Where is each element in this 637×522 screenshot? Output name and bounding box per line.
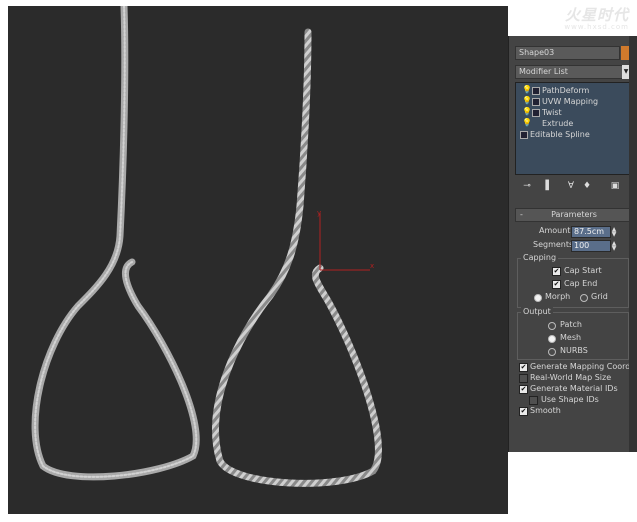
watermark-brand: 火星时代 (564, 6, 629, 24)
lightbulb-icon[interactable]: 💡 (522, 97, 532, 105)
amount-spinner[interactable]: 87.5cm (571, 226, 611, 238)
collapse-icon[interactable]: - (520, 209, 523, 221)
capping-group: Capping ✔ Cap Start ✔ Cap End Morph Grid (517, 253, 629, 308)
lightbulb-icon[interactable]: 💡 (522, 86, 532, 94)
segments-spinner[interactable]: 100 (571, 240, 611, 252)
expand-icon[interactable] (532, 98, 540, 106)
stack-item-pathdeform[interactable]: 💡 PathDeform (516, 85, 632, 96)
command-panel: Shape03 Modifier List ▼ 💡 PathDeform 💡 U… (508, 36, 637, 452)
left-rope (31, 6, 200, 481)
gen-mapping-checkbox[interactable]: ✔ (519, 363, 528, 372)
cap-start-checkbox[interactable]: ✔ (552, 267, 561, 276)
mesh-radio[interactable] (548, 335, 556, 343)
stack-toolbar: ⊸ ▌ ∀ ♦ ▣ (515, 178, 631, 196)
axis-y-label: y (317, 209, 321, 217)
watermark-logo: 火星时代 www.hxsd.com (564, 4, 629, 31)
smooth-checkbox[interactable]: ✔ (519, 407, 528, 416)
spinner-arrows-icon[interactable]: ▲ ▼ (611, 241, 617, 252)
expand-icon[interactable] (532, 87, 540, 95)
axis-x-label: x (370, 262, 374, 270)
make-unique-icon[interactable]: ∀ (565, 179, 577, 193)
stack-item-extrude[interactable]: 💡 Extrude (516, 118, 632, 129)
spinner-arrows-icon[interactable]: ▲ ▼ (611, 227, 617, 238)
cap-end-checkbox[interactable]: ✔ (552, 280, 561, 289)
modifier-stack: 💡 PathDeform 💡 UVW Mapping 💡 Twist 💡 Ext… (515, 82, 633, 175)
stack-item-uvw-mapping[interactable]: 💡 UVW Mapping (516, 96, 632, 107)
stack-item-editable-spline[interactable]: Editable Spline (516, 129, 632, 140)
remove-modifier-icon[interactable]: ♦ (581, 179, 593, 193)
show-end-result-icon[interactable]: ▌ (543, 179, 555, 193)
segments-label: Segments: (533, 240, 576, 249)
expand-icon[interactable] (532, 109, 540, 117)
lightbulb-icon[interactable]: 💡 (522, 108, 532, 116)
gen-material-checkbox[interactable]: ✔ (519, 385, 528, 394)
grid-radio[interactable] (580, 294, 588, 302)
watermark-url: www.hxsd.com (564, 23, 629, 31)
real-world-checkbox[interactable] (519, 374, 528, 383)
lightbulb-icon[interactable]: 💡 (522, 119, 532, 127)
panel-scrollbar[interactable] (629, 36, 637, 452)
parameters-rollout-header[interactable]: - Parameters (515, 208, 633, 222)
morph-radio[interactable] (534, 294, 542, 302)
amount-label: Amount: (539, 226, 574, 235)
rope-render: y x (31, 6, 382, 487)
expand-icon[interactable] (520, 131, 528, 139)
stack-item-twist[interactable]: 💡 Twist (516, 107, 632, 118)
nurbs-radio[interactable] (548, 348, 556, 356)
viewport[interactable]: y x (8, 6, 508, 514)
use-shape-ids-checkbox[interactable] (529, 396, 538, 405)
patch-radio[interactable] (548, 322, 556, 330)
right-rope (212, 28, 382, 487)
object-name-field[interactable]: Shape03 (515, 46, 620, 60)
modifier-list-dropdown[interactable]: Modifier List (515, 65, 624, 79)
output-group: Output Patch Mesh NURBS (517, 307, 629, 360)
pin-stack-icon[interactable]: ⊸ (521, 179, 533, 193)
configure-sets-icon[interactable]: ▣ (609, 179, 621, 193)
